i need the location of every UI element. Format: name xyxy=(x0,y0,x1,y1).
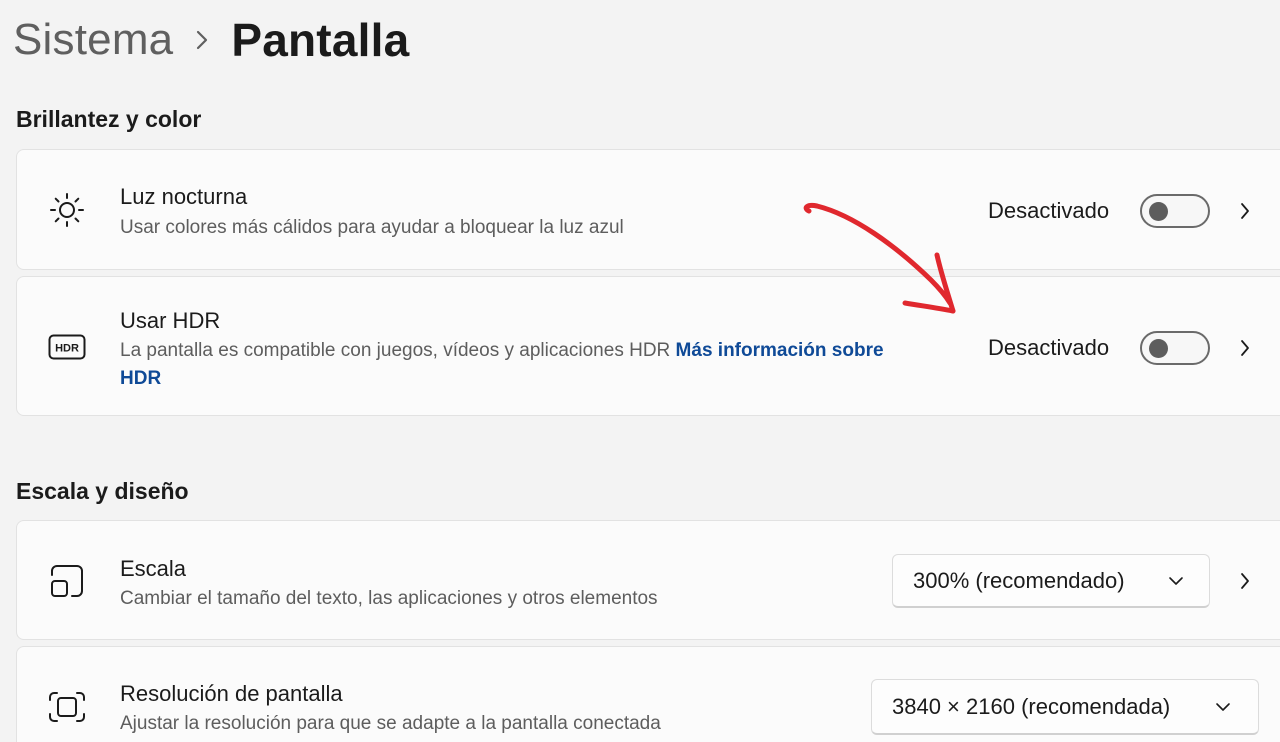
hdr-title: Usar HDR xyxy=(120,308,221,333)
chevron-right-icon xyxy=(173,16,231,64)
scale-title: Escala xyxy=(120,556,187,581)
hdr-description: La pantalla es compatible con juegos, ví… xyxy=(120,340,671,361)
page-title: Pantalla xyxy=(231,14,410,66)
resolution-card[interactable]: Resolución de pantalla Ajustar la resolu… xyxy=(16,646,1280,742)
hdr-icon-text: HDR xyxy=(55,343,79,355)
scale-icon xyxy=(47,561,87,601)
scale-description: Cambiar el tamaño del texto, las aplicac… xyxy=(120,588,658,609)
hdr-card[interactable]: HDR Usar HDR La pantalla es compatible c… xyxy=(16,276,1280,416)
resolution-dropdown[interactable]: 3840 × 2160 (recomendada) xyxy=(871,679,1259,735)
night-light-description: Usar colores más cálidos para ayudar a b… xyxy=(120,217,624,238)
scale-card[interactable]: Escala Cambiar el tamaño del texto, las … xyxy=(16,520,1280,640)
chevron-right-icon[interactable] xyxy=(1236,199,1254,223)
hdr-description-block: La pantalla es compatible con juegos, ví… xyxy=(120,337,920,393)
resolution-title: Resolución de pantalla xyxy=(120,681,343,706)
chevron-right-icon[interactable] xyxy=(1236,569,1254,593)
resolution-icon xyxy=(47,687,87,727)
settings-display-page: Sistema Pantalla Brillantez y color Luz … xyxy=(0,0,1280,742)
night-light-toggle[interactable] xyxy=(1140,194,1210,228)
section-title-scale-layout: Escala y diseño xyxy=(16,478,189,504)
hdr-state-label: Desactivado xyxy=(988,335,1110,360)
night-light-card[interactable]: Luz nocturna Usar colores más cálidos pa… xyxy=(16,149,1280,270)
resolution-description: Ajustar la resolución para que se adapte… xyxy=(120,713,661,734)
chevron-down-icon xyxy=(1214,701,1232,713)
scale-dropdown[interactable]: 300% (recomendado) xyxy=(892,554,1210,608)
toggle-knob xyxy=(1149,339,1168,358)
breadcrumb-parent-system[interactable]: Sistema xyxy=(13,15,173,65)
hdr-icon: HDR xyxy=(47,327,87,367)
night-light-title: Luz nocturna xyxy=(120,184,248,209)
toggle-knob xyxy=(1149,202,1168,221)
breadcrumb: Sistema Pantalla xyxy=(13,12,409,68)
resolution-dropdown-value: 3840 × 2160 (recomendada) xyxy=(892,693,1171,719)
scale-dropdown-value: 300% (recomendado) xyxy=(913,567,1125,593)
chevron-right-icon[interactable] xyxy=(1236,336,1254,360)
chevron-down-icon xyxy=(1167,575,1185,587)
hdr-toggle[interactable] xyxy=(1140,331,1210,365)
night-light-icon xyxy=(47,190,87,230)
night-light-state-label: Desactivado xyxy=(988,198,1110,223)
section-title-brightness: Brillantez y color xyxy=(16,106,202,132)
